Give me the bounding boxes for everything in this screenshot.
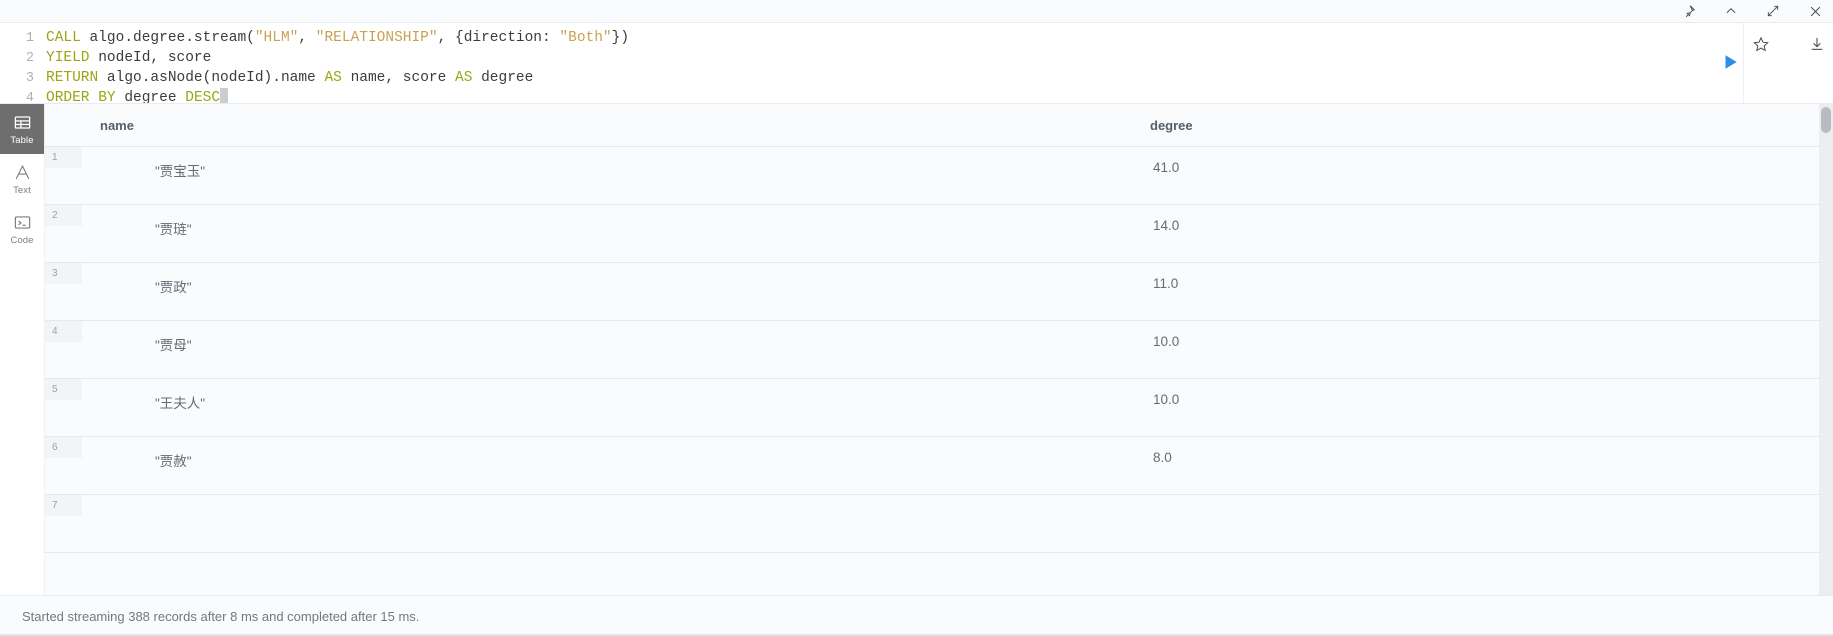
row-index-badge: 5 — [45, 379, 82, 400]
table-row[interactable]: 6 "贾赦" 8.0 — [45, 436, 1819, 495]
code-token: degree — [124, 90, 186, 103]
code-line: 2 YIELD nodeId, score — [8, 48, 1743, 68]
code-line: 4 ORDER BY degree DESC — [8, 88, 1743, 103]
view-mode-code[interactable]: Code — [0, 204, 44, 254]
neo4j-browser-frame: 1 CALL algo.degree.stream("HLM", "RELATIO… — [0, 0, 1833, 636]
cell-degree[interactable]: 10.0 — [1150, 378, 1819, 437]
line-number: 3 — [25, 71, 34, 86]
table-header-index — [45, 104, 100, 147]
results-scroll-region: name degree 1 "贾宝玉" 41.0 2 "贾琏" 14.0 3 "贾政" 11.0… — [45, 104, 1819, 595]
code-token: algo.degree.stream( — [89, 30, 255, 46]
download-icon[interactable] — [1806, 33, 1828, 55]
table-header-name[interactable]: name — [100, 104, 1150, 147]
row-index-badge: 2 — [45, 205, 82, 226]
cell-name[interactable] — [100, 494, 1150, 553]
run-query-button[interactable] — [1719, 51, 1741, 73]
code-icon — [13, 213, 32, 232]
collapse-icon[interactable] — [1721, 1, 1741, 21]
code-token: , {direction: — [437, 30, 560, 46]
cell-name[interactable]: "贾赦" — [100, 436, 1150, 495]
code-line: 3 RETURN algo.asNode(nodeId).name AS name… — [8, 68, 1743, 88]
view-mode-label: Text — [13, 184, 31, 196]
text-caret — [220, 88, 229, 103]
cell-name[interactable]: "贾政" — [100, 262, 1150, 321]
cypher-editor[interactable]: 1 CALL algo.degree.stream("HLM", "RELATIO… — [0, 23, 1743, 103]
view-mode-sidebar: Table Text Code — [0, 104, 45, 595]
query-editor-panel: 1 CALL algo.degree.stream("HLM", "RELATIO… — [0, 22, 1833, 104]
row-index-cell: 2 — [45, 204, 100, 263]
cypher-code[interactable]: 1 CALL algo.degree.stream("HLM", "RELATIO… — [0, 28, 1743, 103]
cell-degree[interactable]: 41.0 — [1150, 146, 1819, 205]
line-number: 1 — [25, 31, 34, 46]
code-token: YIELD — [46, 50, 99, 66]
table-row[interactable]: 5 "王夫人" 10.0 — [45, 378, 1819, 437]
table-header-degree[interactable]: degree — [1150, 104, 1819, 147]
results-vertical-scrollbar[interactable] — [1819, 104, 1833, 595]
favorite-star-icon[interactable] — [1750, 33, 1772, 55]
scrollbar-thumb[interactable] — [1821, 107, 1831, 133]
status-bar: Started streaming 388 records after 8 ms… — [0, 595, 1833, 636]
table-row[interactable]: 3 "贾政" 11.0 — [45, 262, 1819, 321]
code-token: "RELATIONSHIP" — [315, 30, 438, 46]
view-mode-label: Table — [10, 134, 34, 146]
pin-icon[interactable] — [1679, 1, 1699, 21]
line-number: 2 — [25, 51, 34, 66]
view-mode-label: Code — [10, 234, 34, 246]
table-row[interactable]: 7 — [45, 494, 1819, 553]
cell-degree[interactable]: 8.0 — [1150, 436, 1819, 495]
table-row[interactable]: 2 "贾琏" 14.0 — [45, 204, 1819, 263]
view-mode-text[interactable]: Text — [0, 154, 44, 204]
cell-degree[interactable]: 10.0 — [1150, 320, 1819, 379]
expand-icon[interactable] — [1763, 1, 1783, 21]
row-index-badge: 7 — [45, 495, 82, 516]
close-icon[interactable] — [1805, 1, 1825, 21]
cell-name[interactable]: "贾母" — [100, 320, 1150, 379]
cell-name[interactable]: "贾琏" — [100, 204, 1150, 263]
code-token: algo.asNode(nodeId).name — [106, 70, 325, 86]
table-header-row: name degree — [45, 104, 1819, 147]
table-row[interactable]: 1 "贾宝玉" 41.0 — [45, 146, 1819, 205]
status-message: Started streaming 388 records after 8 ms… — [22, 608, 420, 624]
row-index-badge: 6 — [45, 437, 82, 458]
code-token: "Both" — [559, 30, 612, 46]
cell-degree[interactable] — [1150, 494, 1819, 553]
cell-degree[interactable]: 14.0 — [1150, 204, 1819, 263]
row-index-cell: 7 — [45, 494, 100, 553]
row-index-badge: 4 — [45, 321, 82, 342]
row-index-badge: 1 — [45, 147, 82, 168]
code-line: 1 CALL algo.degree.stream("HLM", "RELATIO… — [8, 28, 1743, 48]
row-index-cell: 4 — [45, 320, 100, 379]
row-index-cell: 5 — [45, 378, 100, 437]
code-token: }) — [611, 30, 630, 46]
code-token: ORDER BY — [46, 90, 125, 103]
cell-name[interactable]: "王夫人" — [100, 378, 1150, 437]
code-token: CALL — [46, 30, 90, 46]
code-token: nodeId, score — [98, 50, 212, 66]
code-token: name, score — [350, 70, 455, 86]
code-token: degree — [481, 70, 534, 86]
code-token: "HLM" — [254, 30, 299, 46]
cell-name[interactable]: "贾宝玉" — [100, 146, 1150, 205]
text-icon — [13, 163, 32, 182]
editor-action-buttons — [1743, 23, 1833, 103]
code-token: DESC — [185, 90, 221, 103]
table-icon — [13, 113, 32, 132]
code-token: AS — [324, 70, 351, 86]
row-index-cell: 1 — [45, 146, 100, 205]
result-content: Table Text Code name degree 1 "贾宝玉" 41.0 2 "贾琏… — [0, 104, 1833, 595]
line-number: 4 — [25, 91, 34, 103]
code-token: RETURN — [46, 70, 107, 86]
row-index-badge: 3 — [45, 263, 82, 284]
table-row[interactable]: 4 "贾母" 10.0 — [45, 320, 1819, 379]
code-token: , — [298, 30, 316, 46]
row-index-cell: 3 — [45, 262, 100, 321]
results-table-area: name degree 1 "贾宝玉" 41.0 2 "贾琏" 14.0 3 "贾政" 11.0… — [45, 104, 1833, 595]
view-mode-table[interactable]: Table — [0, 104, 44, 154]
code-token: AS — [455, 70, 482, 86]
window-control-bar — [0, 0, 1833, 22]
row-index-cell: 6 — [45, 436, 100, 495]
cell-degree[interactable]: 11.0 — [1150, 262, 1819, 321]
results-table: name degree 1 "贾宝玉" 41.0 2 "贾琏" 14.0 3 "贾政" 11.0… — [45, 104, 1819, 553]
